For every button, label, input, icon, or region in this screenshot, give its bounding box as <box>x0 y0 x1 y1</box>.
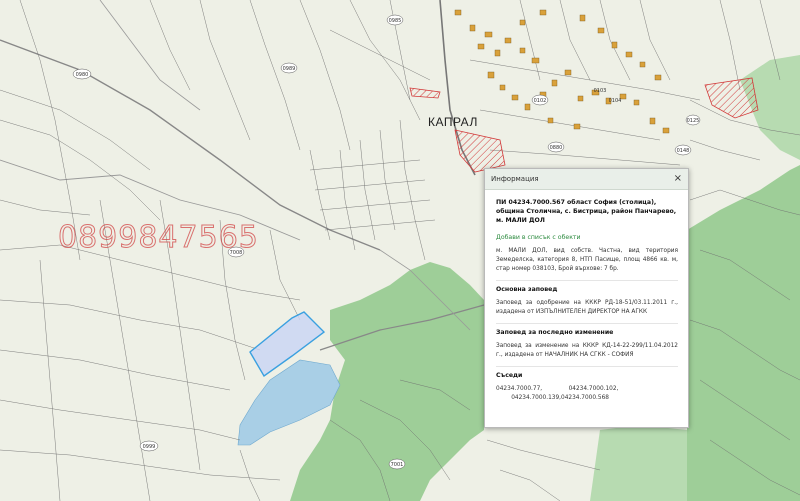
neighbor-item: 04234.7000.77, <box>496 386 543 392</box>
info-panel-body: ПИ 04234.7000.567 област София (столица)… <box>485 190 688 407</box>
parcel-number: 0148 <box>677 148 690 154</box>
main-order-text: Заповед за одобрение на КККР РД-18-51/03… <box>496 299 678 324</box>
info-panel-header: Информация × <box>485 169 688 190</box>
parcel-title: ПИ 04234.7000.567 област София (столица)… <box>496 199 677 224</box>
neighbor-item: 04234.7000.568 <box>561 395 609 401</box>
last-change-title: Заповед за последно изменение <box>496 329 614 336</box>
main-order-title: Основна заповед <box>496 286 558 293</box>
neighbors-title: Съседи <box>496 372 523 379</box>
parcel-number: 0999 <box>143 444 156 450</box>
parcel-number: 0103 <box>594 88 607 94</box>
place-label: КАПРАЛ <box>428 115 478 129</box>
parcel-number: 0989 <box>283 66 296 72</box>
parcel-number: 0125 <box>687 118 700 124</box>
parcel-number: 0880 <box>550 145 563 151</box>
neighbor-item: 04234.7000.139, <box>511 395 561 401</box>
neighbors-list: 04234.7000.77, 04234.7000.102, 04234.700… <box>496 385 678 403</box>
neighbor-item: 04234.7000.102, <box>568 386 619 392</box>
info-panel: Информация × ПИ 04234.7000.567 област Со… <box>484 168 689 428</box>
phone-watermark: 0899847565 <box>58 220 259 256</box>
last-change-text: Заповед за изменение на КККР КД-14-22-29… <box>496 342 678 367</box>
parcel-number: 0985 <box>389 18 402 24</box>
forest-area <box>590 425 687 501</box>
parcel-number: 7001 <box>391 462 404 468</box>
parcel-number: 0102 <box>534 98 547 104</box>
parcel-number: 0104 <box>609 98 622 104</box>
parcel-number: 0980 <box>76 72 89 78</box>
parcel-description: м. МАЛИ ДОЛ, вид собств. Частна, вид тер… <box>496 247 678 281</box>
add-to-list-link[interactable]: Добави в списък с обекти <box>496 233 678 242</box>
info-panel-title: Информация <box>491 175 539 183</box>
close-icon[interactable]: × <box>674 174 682 184</box>
